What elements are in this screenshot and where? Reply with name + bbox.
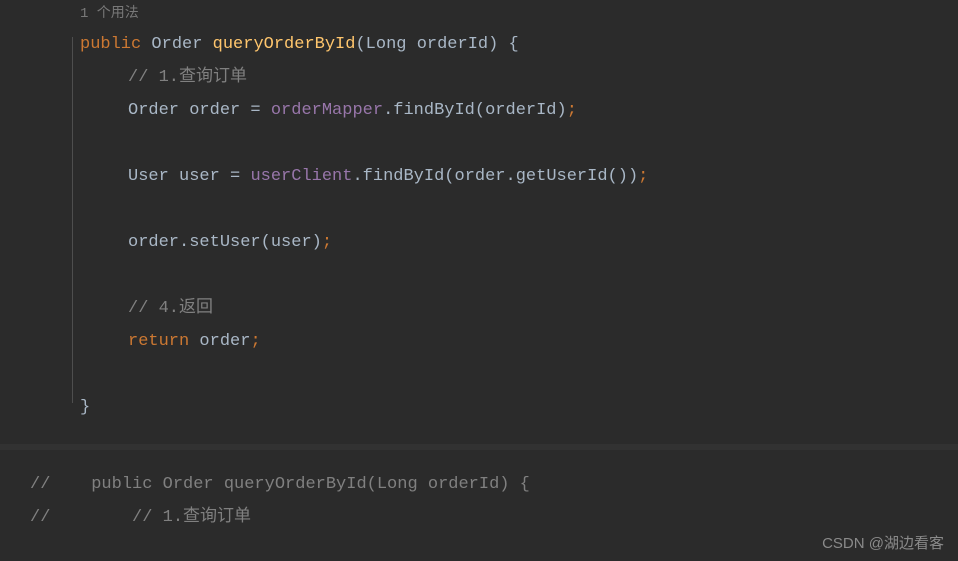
arg: orderId xyxy=(485,101,556,120)
param-name: orderId xyxy=(417,35,488,54)
code-line: return order; xyxy=(0,325,958,358)
code-editor[interactable]: 1 个用法 public Order queryOrderById(Long o… xyxy=(0,0,958,534)
brace-close: } xyxy=(80,398,90,417)
paren: ) xyxy=(312,233,322,252)
code-line-commented: // public Order queryOrderById(Long orde… xyxy=(0,468,958,501)
code-line: // 4.返回 xyxy=(0,292,958,325)
return-var: order xyxy=(199,332,250,351)
eq: = xyxy=(220,167,251,186)
dot: . xyxy=(383,101,393,120)
paren: ) xyxy=(488,35,498,54)
paren: ()) xyxy=(608,167,639,186)
keyword-public: public xyxy=(80,35,141,54)
local-type: Order xyxy=(128,101,179,120)
arg-obj: order xyxy=(455,167,506,186)
method-call: findById xyxy=(393,101,475,120)
arg-method: getUserId xyxy=(516,167,608,186)
commented-code-cn: 查询订单 xyxy=(183,508,251,527)
blank-line xyxy=(0,127,958,160)
dot: . xyxy=(179,233,189,252)
method-name: queryOrderById xyxy=(213,35,356,54)
field-ref: orderMapper xyxy=(271,101,383,120)
blank-line xyxy=(0,358,958,391)
semicolon: ; xyxy=(322,233,332,252)
semicolon: ; xyxy=(567,101,577,120)
return-type: Order xyxy=(151,35,202,54)
param-type: Long xyxy=(366,35,407,54)
brace: { xyxy=(498,35,518,54)
code-line: Order order = orderMapper.findById(order… xyxy=(0,94,958,127)
indent-guide xyxy=(72,37,73,403)
blank-line xyxy=(0,193,958,226)
usage-hint[interactable]: 1 个用法 xyxy=(0,0,958,28)
commented-code: // // 1. xyxy=(30,508,183,527)
field-ref: userClient xyxy=(250,167,352,186)
paren: ) xyxy=(557,101,567,120)
code-line: order.setUser(user); xyxy=(0,226,958,259)
code-line: } xyxy=(0,391,958,424)
local-var: user xyxy=(179,167,220,186)
eq: = xyxy=(240,101,271,120)
code-line: User user = userClient.findById(order.ge… xyxy=(0,160,958,193)
method-call: findById xyxy=(363,167,445,186)
arg: user xyxy=(271,233,312,252)
comment-cn: 查询订单 xyxy=(179,68,247,87)
paren: ( xyxy=(261,233,271,252)
code-line: // 1.查询订单 xyxy=(0,61,958,94)
paren: ( xyxy=(444,167,454,186)
dot: . xyxy=(506,167,516,186)
code-line-commented: // // 1.查询订单 xyxy=(0,501,958,534)
blank-line xyxy=(0,259,958,292)
dot: . xyxy=(352,167,362,186)
method-separator xyxy=(0,444,958,450)
comment: // 4. xyxy=(128,299,179,318)
local-type: User xyxy=(128,167,169,186)
watermark: CSDN @湖边看客 xyxy=(822,532,944,553)
local-var: order xyxy=(189,101,240,120)
comment: // 1. xyxy=(128,68,179,87)
code-line: public Order queryOrderById(Long orderId… xyxy=(0,28,958,61)
commented-code: // public Order queryOrderById(Long orde… xyxy=(30,475,530,494)
comment-cn: 返回 xyxy=(179,299,213,318)
method-call: setUser xyxy=(189,233,260,252)
semicolon: ; xyxy=(250,332,260,351)
paren: ( xyxy=(355,35,365,54)
keyword-return: return xyxy=(128,332,189,351)
obj-ref: order xyxy=(128,233,179,252)
semicolon: ; xyxy=(638,167,648,186)
paren: ( xyxy=(475,101,485,120)
